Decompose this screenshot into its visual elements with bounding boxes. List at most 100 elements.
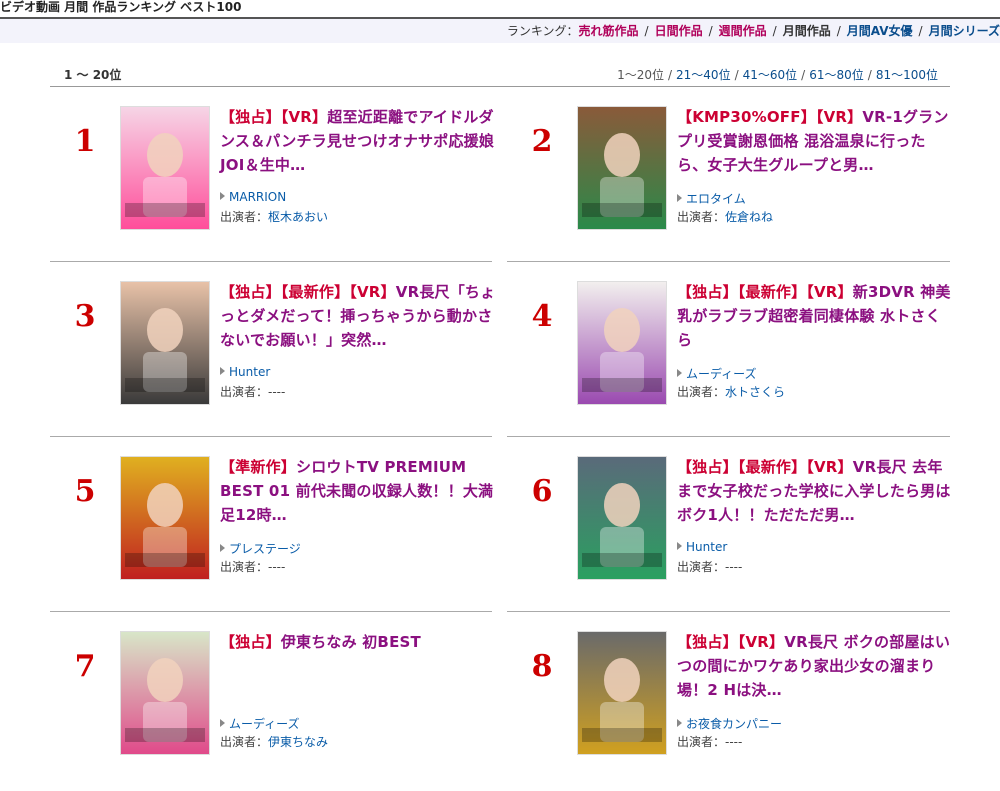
rank-number: 5 xyxy=(74,474,96,509)
pager-link[interactable]: 41～60位 xyxy=(743,68,798,82)
cast-value: ---- xyxy=(725,560,743,574)
product-title-link[interactable]: 【独占】【最新作】【VR】VR長尺 去年まで女子校だった学校に入学したら男はボク… xyxy=(677,455,955,527)
product-title: 伊東ちなみ 初BEST xyxy=(280,633,421,651)
cast-label: 出演者： xyxy=(220,210,269,224)
product-tags: 【独占】【VR】 xyxy=(220,108,328,126)
cast-link[interactable]: 伊東ちなみ xyxy=(268,735,328,749)
maker-link[interactable]: Hunter xyxy=(229,365,270,379)
ranking-item: 2 【KMP30%OFF】【VR】VR-1グランプリ受賞謝恩価格 混浴温泉に行った… xyxy=(507,106,949,266)
product-tags: 【独占】【最新作】【VR】 xyxy=(677,458,853,476)
cast-link[interactable]: 水トさくら xyxy=(725,385,785,399)
product-title-link[interactable]: 【独占】【最新作】【VR】新3DVR 神美乳がラブラブ超密着同棲体験 水トさくら xyxy=(677,280,955,352)
cast-value: ---- xyxy=(725,735,743,749)
rank-number: 8 xyxy=(531,649,553,684)
maker-row: ムーディーズ xyxy=(220,715,300,732)
cast-row: 出演者：水トさくら xyxy=(677,383,785,400)
page-title: ビデオ動画 月間 作品ランキング ベスト100 xyxy=(0,0,242,14)
product-tags: 【KMP30%OFF】【VR】 xyxy=(677,108,863,126)
ranking-link-bestsellers[interactable]: 売れ筋作品 xyxy=(579,24,639,38)
cast-label: 出演者： xyxy=(677,735,726,749)
cast-link[interactable]: 枢木あおい xyxy=(268,210,328,224)
ranking-item: 8 【独占】【VR】VR長尺 ボクの部屋はいつの間にかワケあり家出少女の溜まり場！… xyxy=(507,631,950,791)
ranking-item: 3 【独占】【最新作】【VR】VR長尺「ちょっとダメだって！挿っちゃうから動かさな… xyxy=(50,281,495,441)
rank-number: 4 xyxy=(531,299,553,334)
cast-label: 出演者： xyxy=(677,385,726,399)
ranking-link-monthly-actress[interactable]: 月間AV女優 xyxy=(847,24,913,38)
rank-number: 3 xyxy=(74,299,96,334)
product-thumbnail[interactable] xyxy=(120,456,210,580)
pager: 1～20位/21～40位/41～60位/61～80位/81～100位 xyxy=(617,68,938,82)
maker-link[interactable]: ムーディーズ xyxy=(686,367,757,381)
ranking-link-weekly[interactable]: 週間作品 xyxy=(719,24,767,38)
ranking-item: 7 【独占】伊東ちなみ 初BEST ムーディーズ出演者：伊東ちなみ xyxy=(50,631,492,791)
cast-value: ---- xyxy=(268,560,286,574)
maker-link[interactable]: お夜食カンパニー xyxy=(686,717,782,731)
cast-row: 出演者：---- xyxy=(677,558,742,575)
triangle-right-icon xyxy=(677,719,682,727)
maker-row: エロタイム xyxy=(677,190,746,207)
ranking-link-monthly-series[interactable]: 月間シリーズ xyxy=(929,24,1000,38)
product-title-link[interactable]: 【KMP30%OFF】【VR】VR-1グランプリ受賞謝恩価格 混浴温泉に行ったら… xyxy=(677,105,955,177)
pager-link[interactable]: 81～100位 xyxy=(876,68,938,82)
maker-link[interactable]: エロタイム xyxy=(686,192,746,206)
product-thumbnail[interactable] xyxy=(120,106,210,230)
ranking-item: 1 【独占】【VR】超至近距離でアイドルダンス＆パンチラ見せつけオナサポ応援娘 J… xyxy=(50,106,494,266)
product-title-link[interactable]: 【独占】【VR】VR長尺 ボクの部屋はいつの間にかワケあり家出少女の溜まり場！2… xyxy=(677,630,955,702)
rank-number: 7 xyxy=(74,649,96,684)
row-divider xyxy=(50,261,492,262)
pager-link[interactable]: 21～40位 xyxy=(676,68,731,82)
ranking-link-daily[interactable]: 日間作品 xyxy=(655,24,703,38)
maker-link[interactable]: プレステージ xyxy=(229,542,301,556)
cast-label: 出演者： xyxy=(677,210,726,224)
cast-row: 出演者：---- xyxy=(220,558,285,575)
product-thumbnail[interactable] xyxy=(577,456,667,580)
triangle-right-icon xyxy=(220,367,225,375)
maker-link[interactable]: ムーディーズ xyxy=(229,717,300,731)
triangle-right-icon xyxy=(677,194,682,202)
rank-number: 1 xyxy=(74,124,96,159)
cast-row: 出演者：伊東ちなみ xyxy=(220,733,328,750)
product-title-link[interactable]: 【独占】【最新作】【VR】VR長尺「ちょっとダメだって！挿っちゃうから動かさない… xyxy=(220,280,498,352)
cast-value: ---- xyxy=(268,385,286,399)
maker-row: お夜食カンパニー xyxy=(677,715,782,732)
product-tags: 【独占】【VR】 xyxy=(677,633,785,651)
rank-number: 2 xyxy=(531,124,553,159)
cast-row: 出演者：枢木あおい xyxy=(220,208,328,225)
product-tags: 【独占】 xyxy=(220,633,281,651)
range-label: 1 ～ 20位 xyxy=(64,68,122,82)
cast-label: 出演者： xyxy=(220,385,269,399)
ranking-nav: ランキング：売れ筋作品 / 日間作品 / 週間作品 / 月間作品 / 月間AV女優 / 月間シリーズ xyxy=(0,19,1000,43)
row-divider xyxy=(50,611,492,612)
pager-current: 1～20位 xyxy=(617,68,664,82)
product-thumbnail[interactable] xyxy=(577,631,667,755)
product-title-link[interactable]: 【準新作】シロウトTV PREMIUM BEST 01 前代未聞の収録人数！！大… xyxy=(220,455,498,527)
maker-row: Hunter xyxy=(677,540,727,554)
cast-label: 出演者： xyxy=(220,560,269,574)
maker-row: MARRION xyxy=(220,190,286,204)
cast-label: 出演者： xyxy=(220,735,269,749)
cast-link[interactable]: 佐倉ねね xyxy=(725,210,773,224)
product-thumbnail[interactable] xyxy=(577,106,667,230)
product-tags: 【準新作】 xyxy=(220,458,297,476)
maker-row: ムーディーズ xyxy=(677,365,757,382)
product-title-link[interactable]: 【独占】伊東ちなみ 初BEST xyxy=(220,630,498,654)
ranking-item: 4 【独占】【最新作】【VR】新3DVR 神美乳がラブラブ超密着同棲体験 水トさく… xyxy=(507,281,950,441)
cast-row: 出演者：---- xyxy=(677,733,742,750)
product-thumbnail[interactable] xyxy=(120,631,210,755)
row-divider xyxy=(50,436,492,437)
rank-number: 6 xyxy=(531,474,553,509)
triangle-right-icon xyxy=(677,369,682,377)
triangle-right-icon xyxy=(220,544,225,552)
product-tags: 【独占】【最新作】【VR】 xyxy=(220,283,396,301)
row-divider xyxy=(507,611,950,612)
product-title-link[interactable]: 【独占】【VR】超至近距離でアイドルダンス＆パンチラ見せつけオナサポ応援娘 JO… xyxy=(220,105,498,177)
triangle-right-icon xyxy=(220,719,225,727)
row-divider xyxy=(507,436,950,437)
pager-link[interactable]: 61～80位 xyxy=(809,68,864,82)
row-divider xyxy=(507,261,950,262)
ranking-item: 6 【独占】【最新作】【VR】VR長尺 去年まで女子校だった学校に入学したら男はボ… xyxy=(507,456,950,616)
product-thumbnail[interactable] xyxy=(120,281,210,405)
product-thumbnail[interactable] xyxy=(577,281,667,405)
maker-link[interactable]: MARRION xyxy=(229,190,286,204)
maker-link[interactable]: Hunter xyxy=(686,540,727,554)
